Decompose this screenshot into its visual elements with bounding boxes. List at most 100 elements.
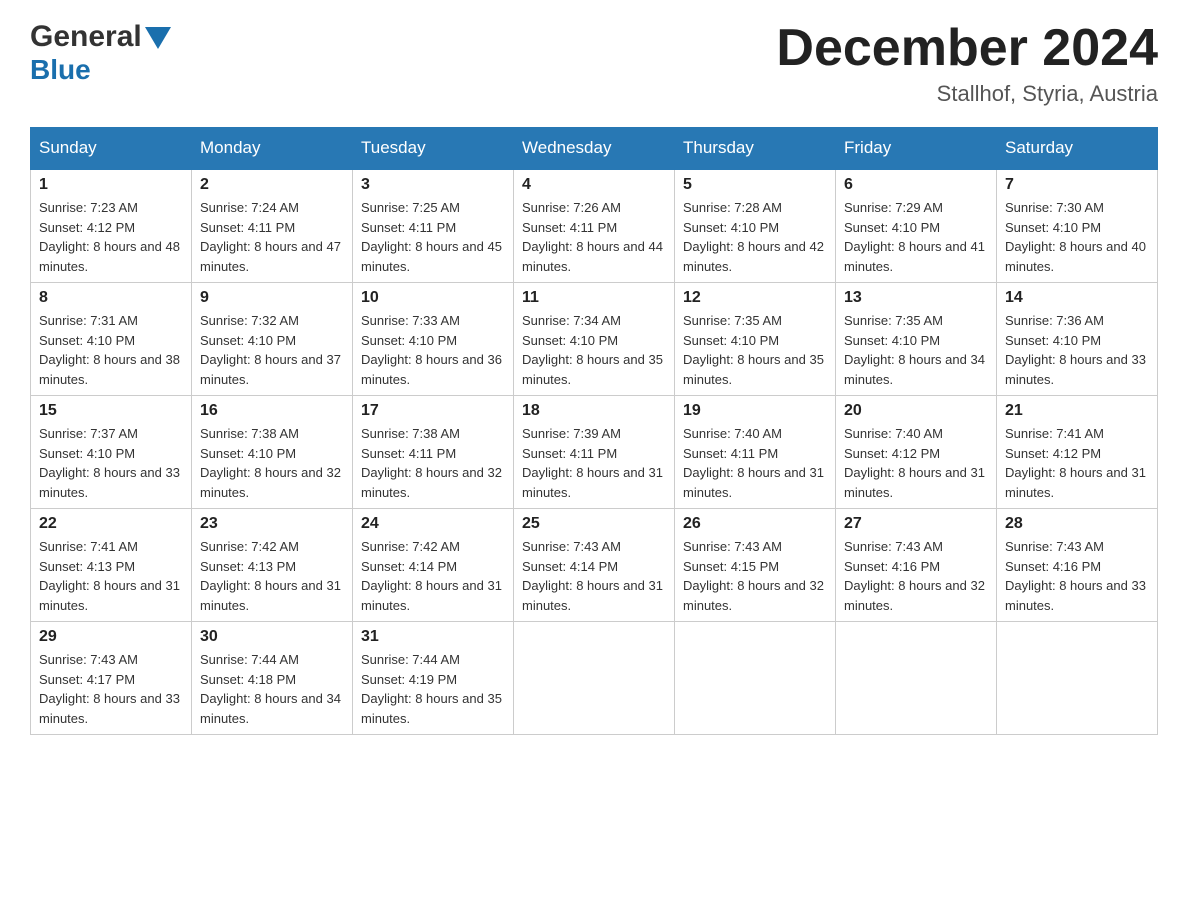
logo-blue-text: Blue	[30, 54, 91, 86]
calendar-day-cell	[836, 622, 997, 735]
calendar-table: SundayMondayTuesdayWednesdayThursdayFrid…	[30, 127, 1158, 735]
calendar-day-cell: 29Sunrise: 7:43 AMSunset: 4:17 PMDayligh…	[31, 622, 192, 735]
calendar-day-cell: 25 Sunrise: 7:43 AMSunset: 4:14 PMDayligh…	[514, 509, 675, 622]
calendar-day-cell: 13 Sunrise: 7:35 AMSunset: 4:10 PMDayligh…	[836, 283, 997, 396]
day-info: Sunrise: 7:25 AMSunset: 4:11 PMDaylight:…	[361, 198, 505, 276]
day-number: 13	[844, 289, 988, 307]
day-info: Sunrise: 7:37 AMSunset: 4:10 PMDaylight:…	[39, 424, 183, 502]
calendar-day-cell: 20 Sunrise: 7:40 AMSunset: 4:12 PMDayligh…	[836, 396, 997, 509]
day-info: Sunrise: 7:41 AMSunset: 4:13 PMDaylight:…	[39, 537, 183, 615]
location: Stallhof, Styria, Austria	[776, 81, 1158, 107]
calendar-day-cell: 21 Sunrise: 7:41 AMSunset: 4:12 PMDayligh…	[997, 396, 1158, 509]
day-number: 5	[683, 176, 827, 194]
calendar-day-cell: 5 Sunrise: 7:28 AMSunset: 4:10 PMDaylight…	[675, 169, 836, 283]
day-number: 20	[844, 402, 988, 420]
header-sunday: Sunday	[31, 128, 192, 170]
calendar-day-cell	[514, 622, 675, 735]
week-row-5: 29Sunrise: 7:43 AMSunset: 4:17 PMDayligh…	[31, 622, 1158, 735]
calendar-day-cell: 4 Sunrise: 7:26 AMSunset: 4:11 PMDaylight…	[514, 169, 675, 283]
day-number: 12	[683, 289, 827, 307]
calendar-day-cell: 14 Sunrise: 7:36 AMSunset: 4:10 PMDayligh…	[997, 283, 1158, 396]
week-row-3: 15 Sunrise: 7:37 AMSunset: 4:10 PMDayligh…	[31, 396, 1158, 509]
calendar-day-cell: 3 Sunrise: 7:25 AMSunset: 4:11 PMDaylight…	[353, 169, 514, 283]
day-number: 21	[1005, 402, 1149, 420]
day-info: Sunrise: 7:29 AMSunset: 4:10 PMDaylight:…	[844, 198, 988, 276]
calendar-day-cell	[675, 622, 836, 735]
day-number: 31	[361, 628, 505, 646]
day-info: Sunrise: 7:36 AMSunset: 4:10 PMDaylight:…	[1005, 311, 1149, 389]
day-number: 14	[1005, 289, 1149, 307]
calendar-day-cell: 24Sunrise: 7:42 AMSunset: 4:14 PMDayligh…	[353, 509, 514, 622]
calendar-day-cell: 2Sunrise: 7:24 AMSunset: 4:11 PMDaylight…	[192, 169, 353, 283]
day-number: 9	[200, 289, 344, 307]
day-info: Sunrise: 7:43 AMSunset: 4:16 PMDaylight:…	[844, 537, 988, 615]
day-info: Sunrise: 7:44 AMSunset: 4:19 PMDaylight:…	[361, 650, 505, 728]
calendar-day-cell: 30 Sunrise: 7:44 AMSunset: 4:18 PMDayligh…	[192, 622, 353, 735]
day-number: 17	[361, 402, 505, 420]
calendar-day-cell: 16Sunrise: 7:38 AMSunset: 4:10 PMDayligh…	[192, 396, 353, 509]
calendar-day-cell: 6Sunrise: 7:29 AMSunset: 4:10 PMDaylight…	[836, 169, 997, 283]
calendar-day-cell: 7 Sunrise: 7:30 AMSunset: 4:10 PMDaylight…	[997, 169, 1158, 283]
day-number: 3	[361, 176, 505, 194]
calendar-day-cell: 12 Sunrise: 7:35 AMSunset: 4:10 PMDayligh…	[675, 283, 836, 396]
calendar-day-cell: 9 Sunrise: 7:32 AMSunset: 4:10 PMDaylight…	[192, 283, 353, 396]
day-info: Sunrise: 7:43 AMSunset: 4:14 PMDaylight:…	[522, 537, 666, 615]
calendar-day-cell: 17 Sunrise: 7:38 AMSunset: 4:11 PMDayligh…	[353, 396, 514, 509]
calendar-day-cell: 26Sunrise: 7:43 AMSunset: 4:15 PMDayligh…	[675, 509, 836, 622]
day-number: 1	[39, 176, 183, 194]
logo-triangle-icon	[145, 27, 171, 49]
day-info: Sunrise: 7:32 AMSunset: 4:10 PMDaylight:…	[200, 311, 344, 389]
calendar-day-cell: 15 Sunrise: 7:37 AMSunset: 4:10 PMDayligh…	[31, 396, 192, 509]
day-info: Sunrise: 7:26 AMSunset: 4:11 PMDaylight:…	[522, 198, 666, 276]
day-info: Sunrise: 7:34 AMSunset: 4:10 PMDaylight:…	[522, 311, 666, 389]
day-number: 22	[39, 515, 183, 533]
header-saturday: Saturday	[997, 128, 1158, 170]
day-info: Sunrise: 7:40 AMSunset: 4:12 PMDaylight:…	[844, 424, 988, 502]
calendar-day-cell: 23Sunrise: 7:42 AMSunset: 4:13 PMDayligh…	[192, 509, 353, 622]
day-info: Sunrise: 7:35 AMSunset: 4:10 PMDaylight:…	[683, 311, 827, 389]
day-number: 7	[1005, 176, 1149, 194]
day-info: Sunrise: 7:41 AMSunset: 4:12 PMDaylight:…	[1005, 424, 1149, 502]
day-info: Sunrise: 7:43 AMSunset: 4:16 PMDaylight:…	[1005, 537, 1149, 615]
calendar-header-row: SundayMondayTuesdayWednesdayThursdayFrid…	[31, 128, 1158, 170]
day-number: 15	[39, 402, 183, 420]
day-number: 19	[683, 402, 827, 420]
day-number: 30	[200, 628, 344, 646]
day-info: Sunrise: 7:44 AMSunset: 4:18 PMDaylight:…	[200, 650, 344, 728]
logo-general-text: General	[30, 20, 142, 54]
day-number: 18	[522, 402, 666, 420]
day-number: 24	[361, 515, 505, 533]
day-number: 29	[39, 628, 183, 646]
calendar-day-cell: 10Sunrise: 7:33 AMSunset: 4:10 PMDayligh…	[353, 283, 514, 396]
day-info: Sunrise: 7:23 AMSunset: 4:12 PMDaylight:…	[39, 198, 183, 276]
day-info: Sunrise: 7:39 AMSunset: 4:11 PMDaylight:…	[522, 424, 666, 502]
calendar-day-cell: 8Sunrise: 7:31 AMSunset: 4:10 PMDaylight…	[31, 283, 192, 396]
day-info: Sunrise: 7:31 AMSunset: 4:10 PMDaylight:…	[39, 311, 183, 389]
day-info: Sunrise: 7:24 AMSunset: 4:11 PMDaylight:…	[200, 198, 344, 276]
day-number: 28	[1005, 515, 1149, 533]
calendar-day-cell: 31 Sunrise: 7:44 AMSunset: 4:19 PMDayligh…	[353, 622, 514, 735]
header-tuesday: Tuesday	[353, 128, 514, 170]
calendar-day-cell: 22 Sunrise: 7:41 AMSunset: 4:13 PMDayligh…	[31, 509, 192, 622]
day-number: 25	[522, 515, 666, 533]
day-number: 4	[522, 176, 666, 194]
logo: General Blue	[30, 20, 171, 86]
month-title: December 2024	[776, 20, 1158, 77]
day-number: 27	[844, 515, 988, 533]
calendar-day-cell: 1 Sunrise: 7:23 AMSunset: 4:12 PMDaylight…	[31, 169, 192, 283]
day-info: Sunrise: 7:28 AMSunset: 4:10 PMDaylight:…	[683, 198, 827, 276]
day-info: Sunrise: 7:30 AMSunset: 4:10 PMDaylight:…	[1005, 198, 1149, 276]
page-header: General Blue December 2024 Stallhof, Sty…	[30, 20, 1158, 107]
day-info: Sunrise: 7:40 AMSunset: 4:11 PMDaylight:…	[683, 424, 827, 502]
week-row-1: 1 Sunrise: 7:23 AMSunset: 4:12 PMDaylight…	[31, 169, 1158, 283]
day-info: Sunrise: 7:42 AMSunset: 4:13 PMDaylight:…	[200, 537, 344, 615]
day-info: Sunrise: 7:38 AMSunset: 4:11 PMDaylight:…	[361, 424, 505, 502]
calendar-day-cell: 18 Sunrise: 7:39 AMSunset: 4:11 PMDayligh…	[514, 396, 675, 509]
header-monday: Monday	[192, 128, 353, 170]
calendar-day-cell: 28 Sunrise: 7:43 AMSunset: 4:16 PMDayligh…	[997, 509, 1158, 622]
day-number: 11	[522, 289, 666, 307]
day-info: Sunrise: 7:43 AMSunset: 4:15 PMDaylight:…	[683, 537, 827, 615]
calendar-day-cell: 11 Sunrise: 7:34 AMSunset: 4:10 PMDayligh…	[514, 283, 675, 396]
day-info: Sunrise: 7:35 AMSunset: 4:10 PMDaylight:…	[844, 311, 988, 389]
day-info: Sunrise: 7:33 AMSunset: 4:10 PMDaylight:…	[361, 311, 505, 389]
